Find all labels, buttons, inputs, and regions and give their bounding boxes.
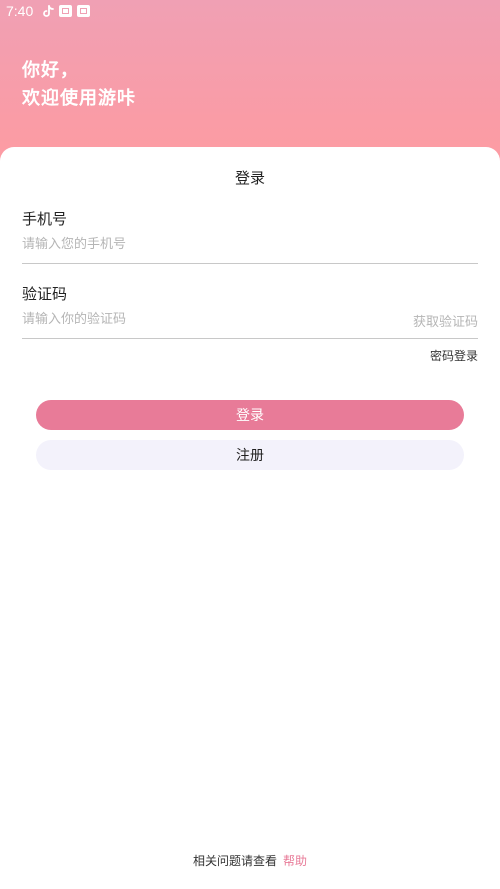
get-code-button[interactable]: 获取验证码 [413, 311, 478, 330]
footer-text: 相关问题请查看 [192, 854, 277, 868]
phone-label: 手机号 [22, 210, 68, 228]
phone-input[interactable] [22, 231, 478, 264]
greeting-line-2: 欢迎使用游咔 [22, 88, 136, 109]
login-card: 登录 手机号 验证码 获取验证码 密码登录 登录 注册 [0, 147, 500, 889]
footer: 相关问题请查看 帮助 [0, 852, 500, 869]
status-bar: 7:40 [0, 0, 500, 22]
register-button[interactable]: 注册 [36, 440, 464, 470]
login-button[interactable]: 登录 [36, 400, 464, 430]
greeting: 你好， 欢迎使用游咔 [22, 57, 136, 113]
app-icon [59, 5, 73, 17]
app-icon [77, 5, 91, 17]
code-input[interactable] [22, 306, 478, 339]
help-link[interactable]: 帮助 [283, 854, 307, 868]
password-login-link[interactable]: 密码登录 [430, 347, 478, 364]
tiktok-icon [41, 4, 54, 18]
code-label: 验证码 [22, 285, 68, 303]
status-time: 7:40 [6, 3, 34, 19]
greeting-line-1: 你好， [22, 60, 79, 81]
login-title: 登录 [234, 169, 265, 187]
